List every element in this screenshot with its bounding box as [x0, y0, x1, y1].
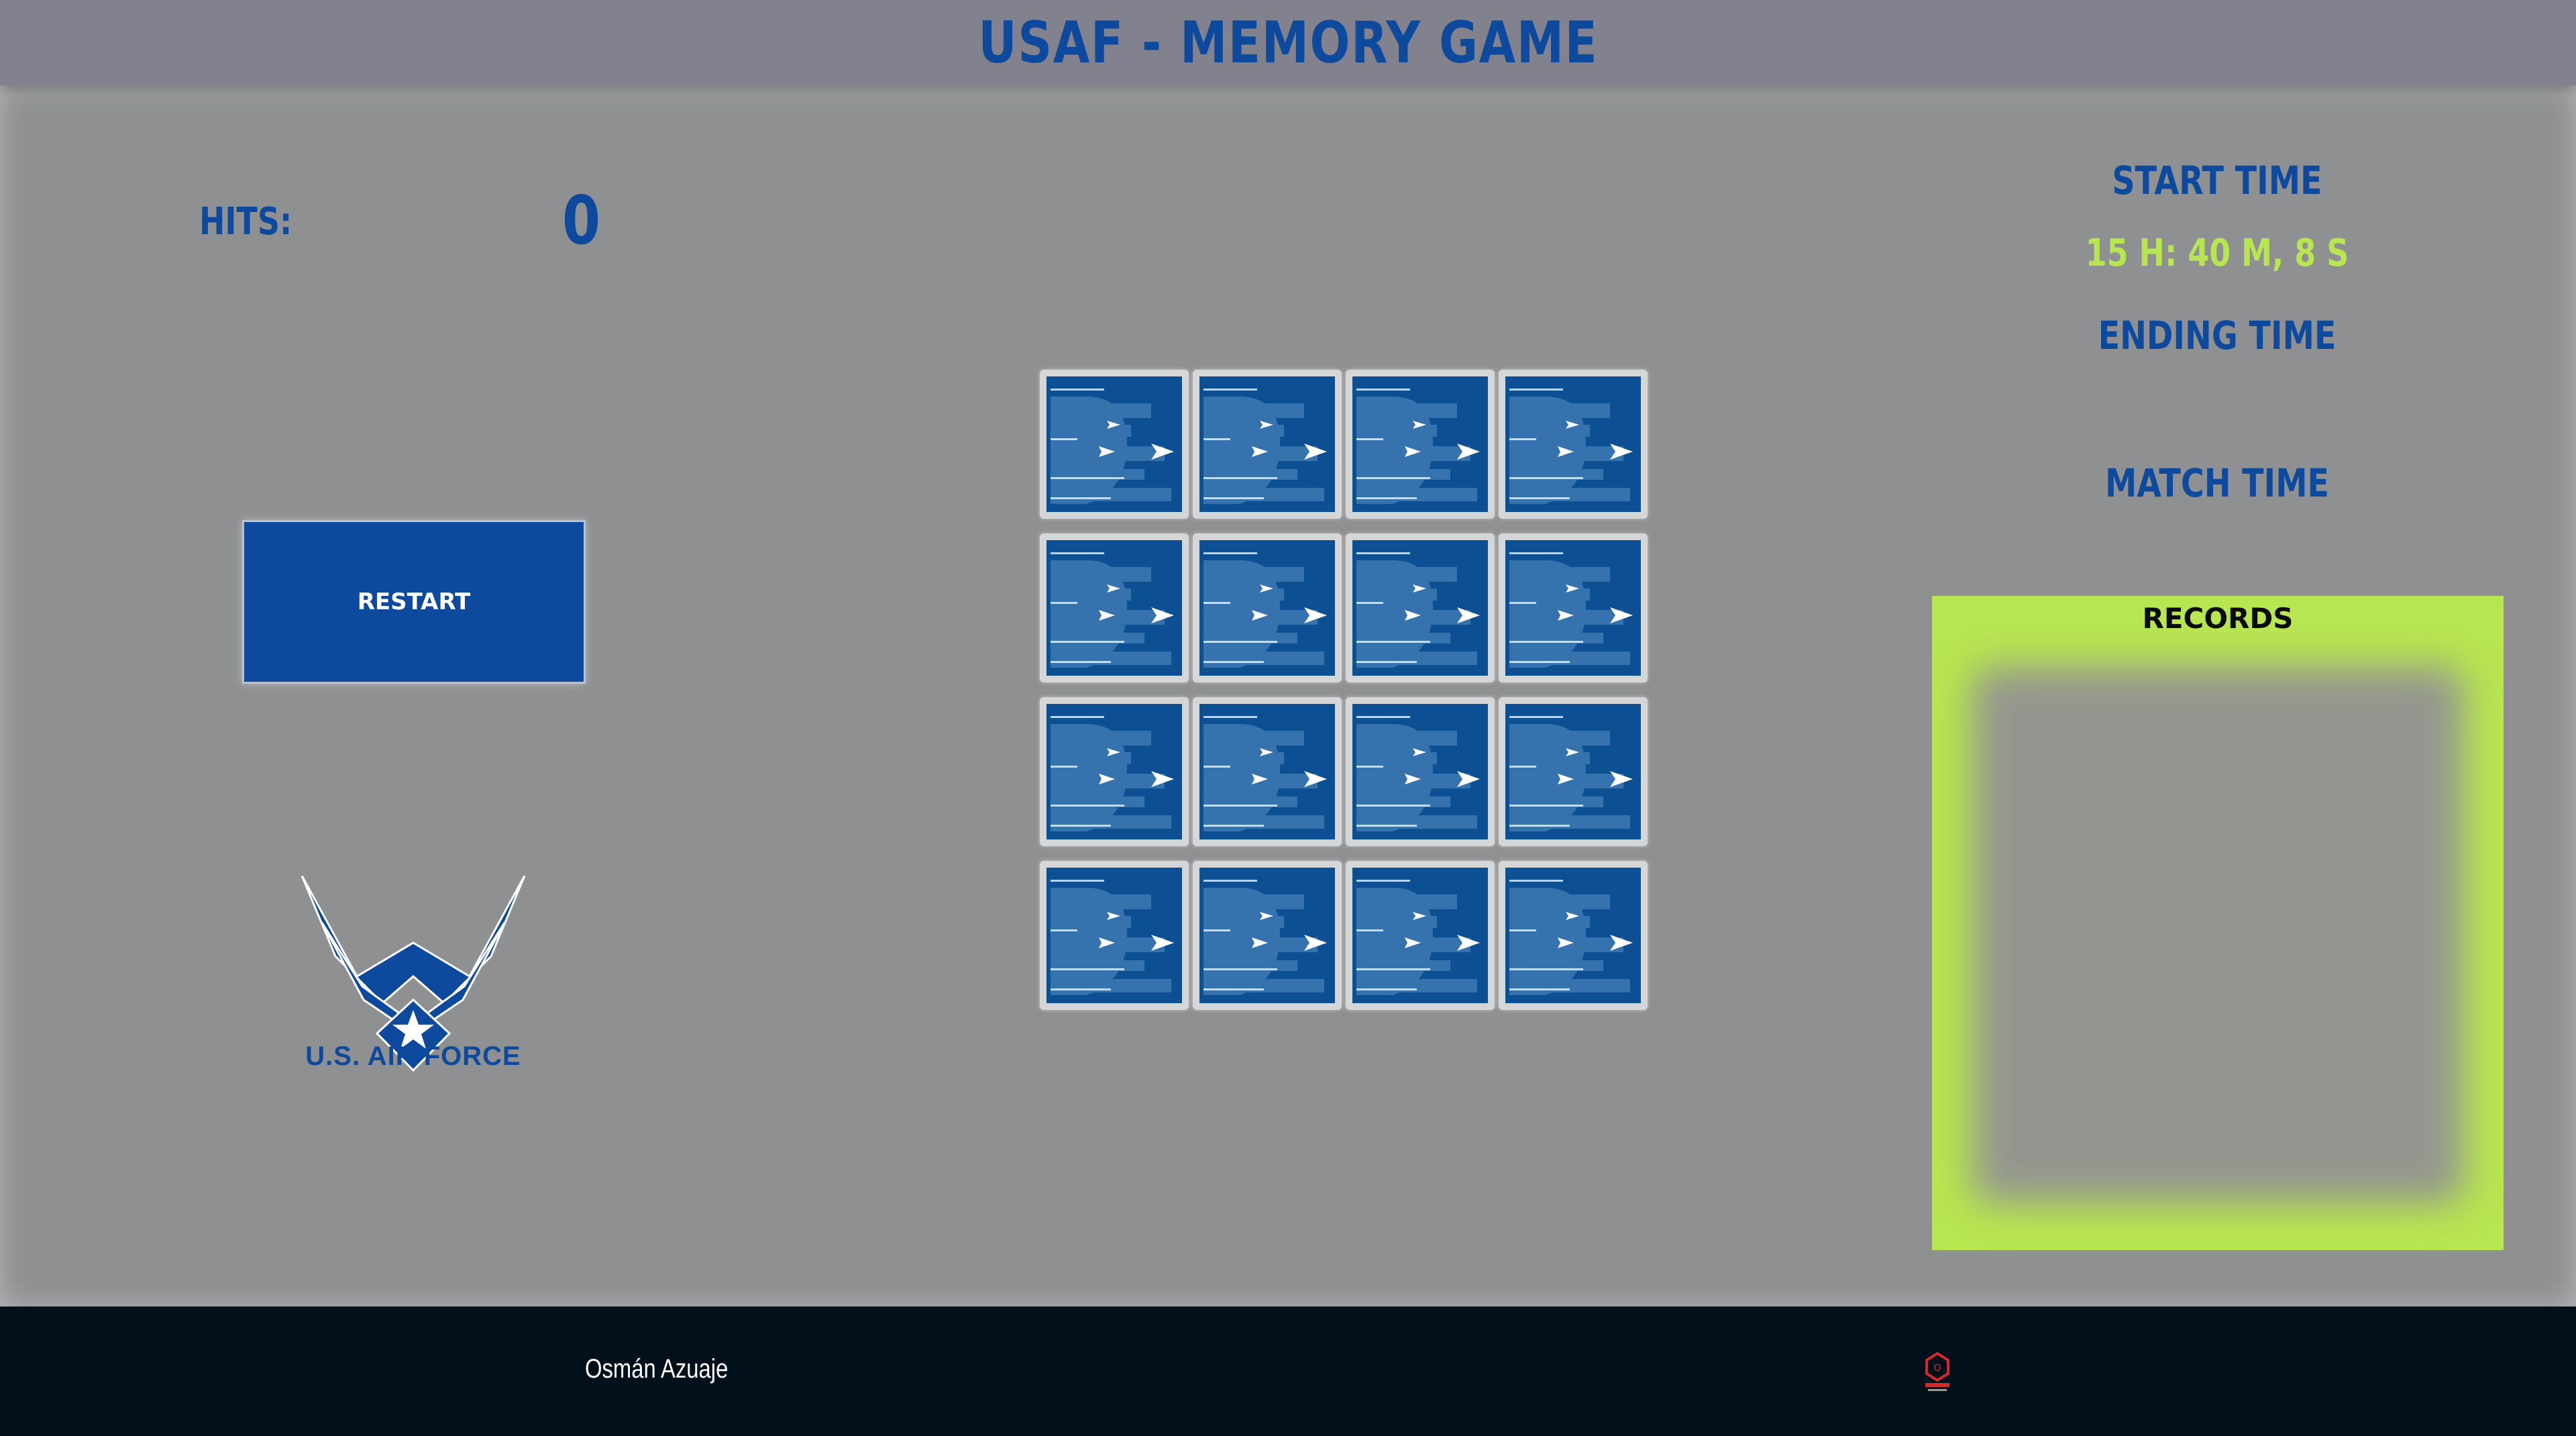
memory-card[interactable]	[1499, 861, 1648, 1010]
card-back-jet-icon	[1046, 868, 1182, 1003]
app-header: USAF - MEMORY GAME	[0, 0, 2576, 85]
records-title: RECORDS	[1932, 596, 2504, 640]
memory-card[interactable]	[1193, 697, 1342, 846]
memory-card[interactable]	[1040, 697, 1189, 846]
memory-card[interactable]	[1193, 533, 1342, 682]
start-time-value: 15 H: 40 M, 8 S	[2085, 232, 2349, 275]
card-back-jet-icon	[1046, 704, 1182, 839]
card-back-jet-icon	[1199, 376, 1335, 512]
memory-card[interactable]	[1040, 533, 1189, 682]
card-back-jet-icon	[1352, 540, 1488, 676]
match-time-label: MATCH TIME	[2104, 460, 2330, 506]
osman-logo-icon: O	[1925, 1351, 1949, 1391]
card-back-jet-icon	[1199, 540, 1335, 676]
hits-label: HITS:	[199, 200, 292, 244]
card-back-jet-icon	[1352, 868, 1488, 1003]
memory-card[interactable]	[1346, 697, 1495, 846]
memory-card[interactable]	[1346, 533, 1495, 682]
memory-card[interactable]	[1499, 533, 1648, 682]
author-name: Osmán Azuaje	[585, 1354, 729, 1384]
records-list	[1932, 640, 2504, 1250]
records-panel: RECORDS	[1932, 596, 2504, 1250]
memory-card[interactable]	[1193, 861, 1342, 1010]
card-back-jet-icon	[1199, 704, 1335, 839]
page-title: USAF - MEMORY GAME	[977, 9, 1599, 76]
card-back-jet-icon	[1505, 540, 1641, 676]
ending-time-label: ENDING TIME	[2098, 313, 2337, 358]
footer	[0, 1306, 2576, 1436]
start-time-label: START TIME	[2112, 158, 2322, 203]
card-back-jet-icon	[1505, 704, 1641, 839]
card-back-jet-icon	[1046, 540, 1182, 676]
air-force-logo-text: U.S. AIR FORCE	[305, 1041, 521, 1071]
memory-card[interactable]	[1499, 697, 1648, 846]
card-grid	[1040, 370, 1652, 1013]
card-back-jet-icon	[1046, 376, 1182, 512]
svg-text:O: O	[1933, 1363, 1941, 1374]
memory-card[interactable]	[1040, 370, 1189, 519]
card-back-jet-icon	[1352, 704, 1488, 839]
card-back-jet-icon	[1352, 376, 1488, 512]
card-back-jet-icon	[1199, 868, 1335, 1003]
memory-card[interactable]	[1346, 861, 1495, 1010]
hits-counter: 0	[562, 181, 601, 260]
restart-button[interactable]: RESTART	[242, 520, 586, 684]
memory-card[interactable]	[1346, 370, 1495, 519]
memory-card[interactable]	[1193, 370, 1342, 519]
memory-card[interactable]	[1040, 861, 1189, 1010]
memory-card[interactable]	[1499, 370, 1648, 519]
card-back-jet-icon	[1505, 376, 1641, 512]
card-back-jet-icon	[1505, 868, 1641, 1003]
